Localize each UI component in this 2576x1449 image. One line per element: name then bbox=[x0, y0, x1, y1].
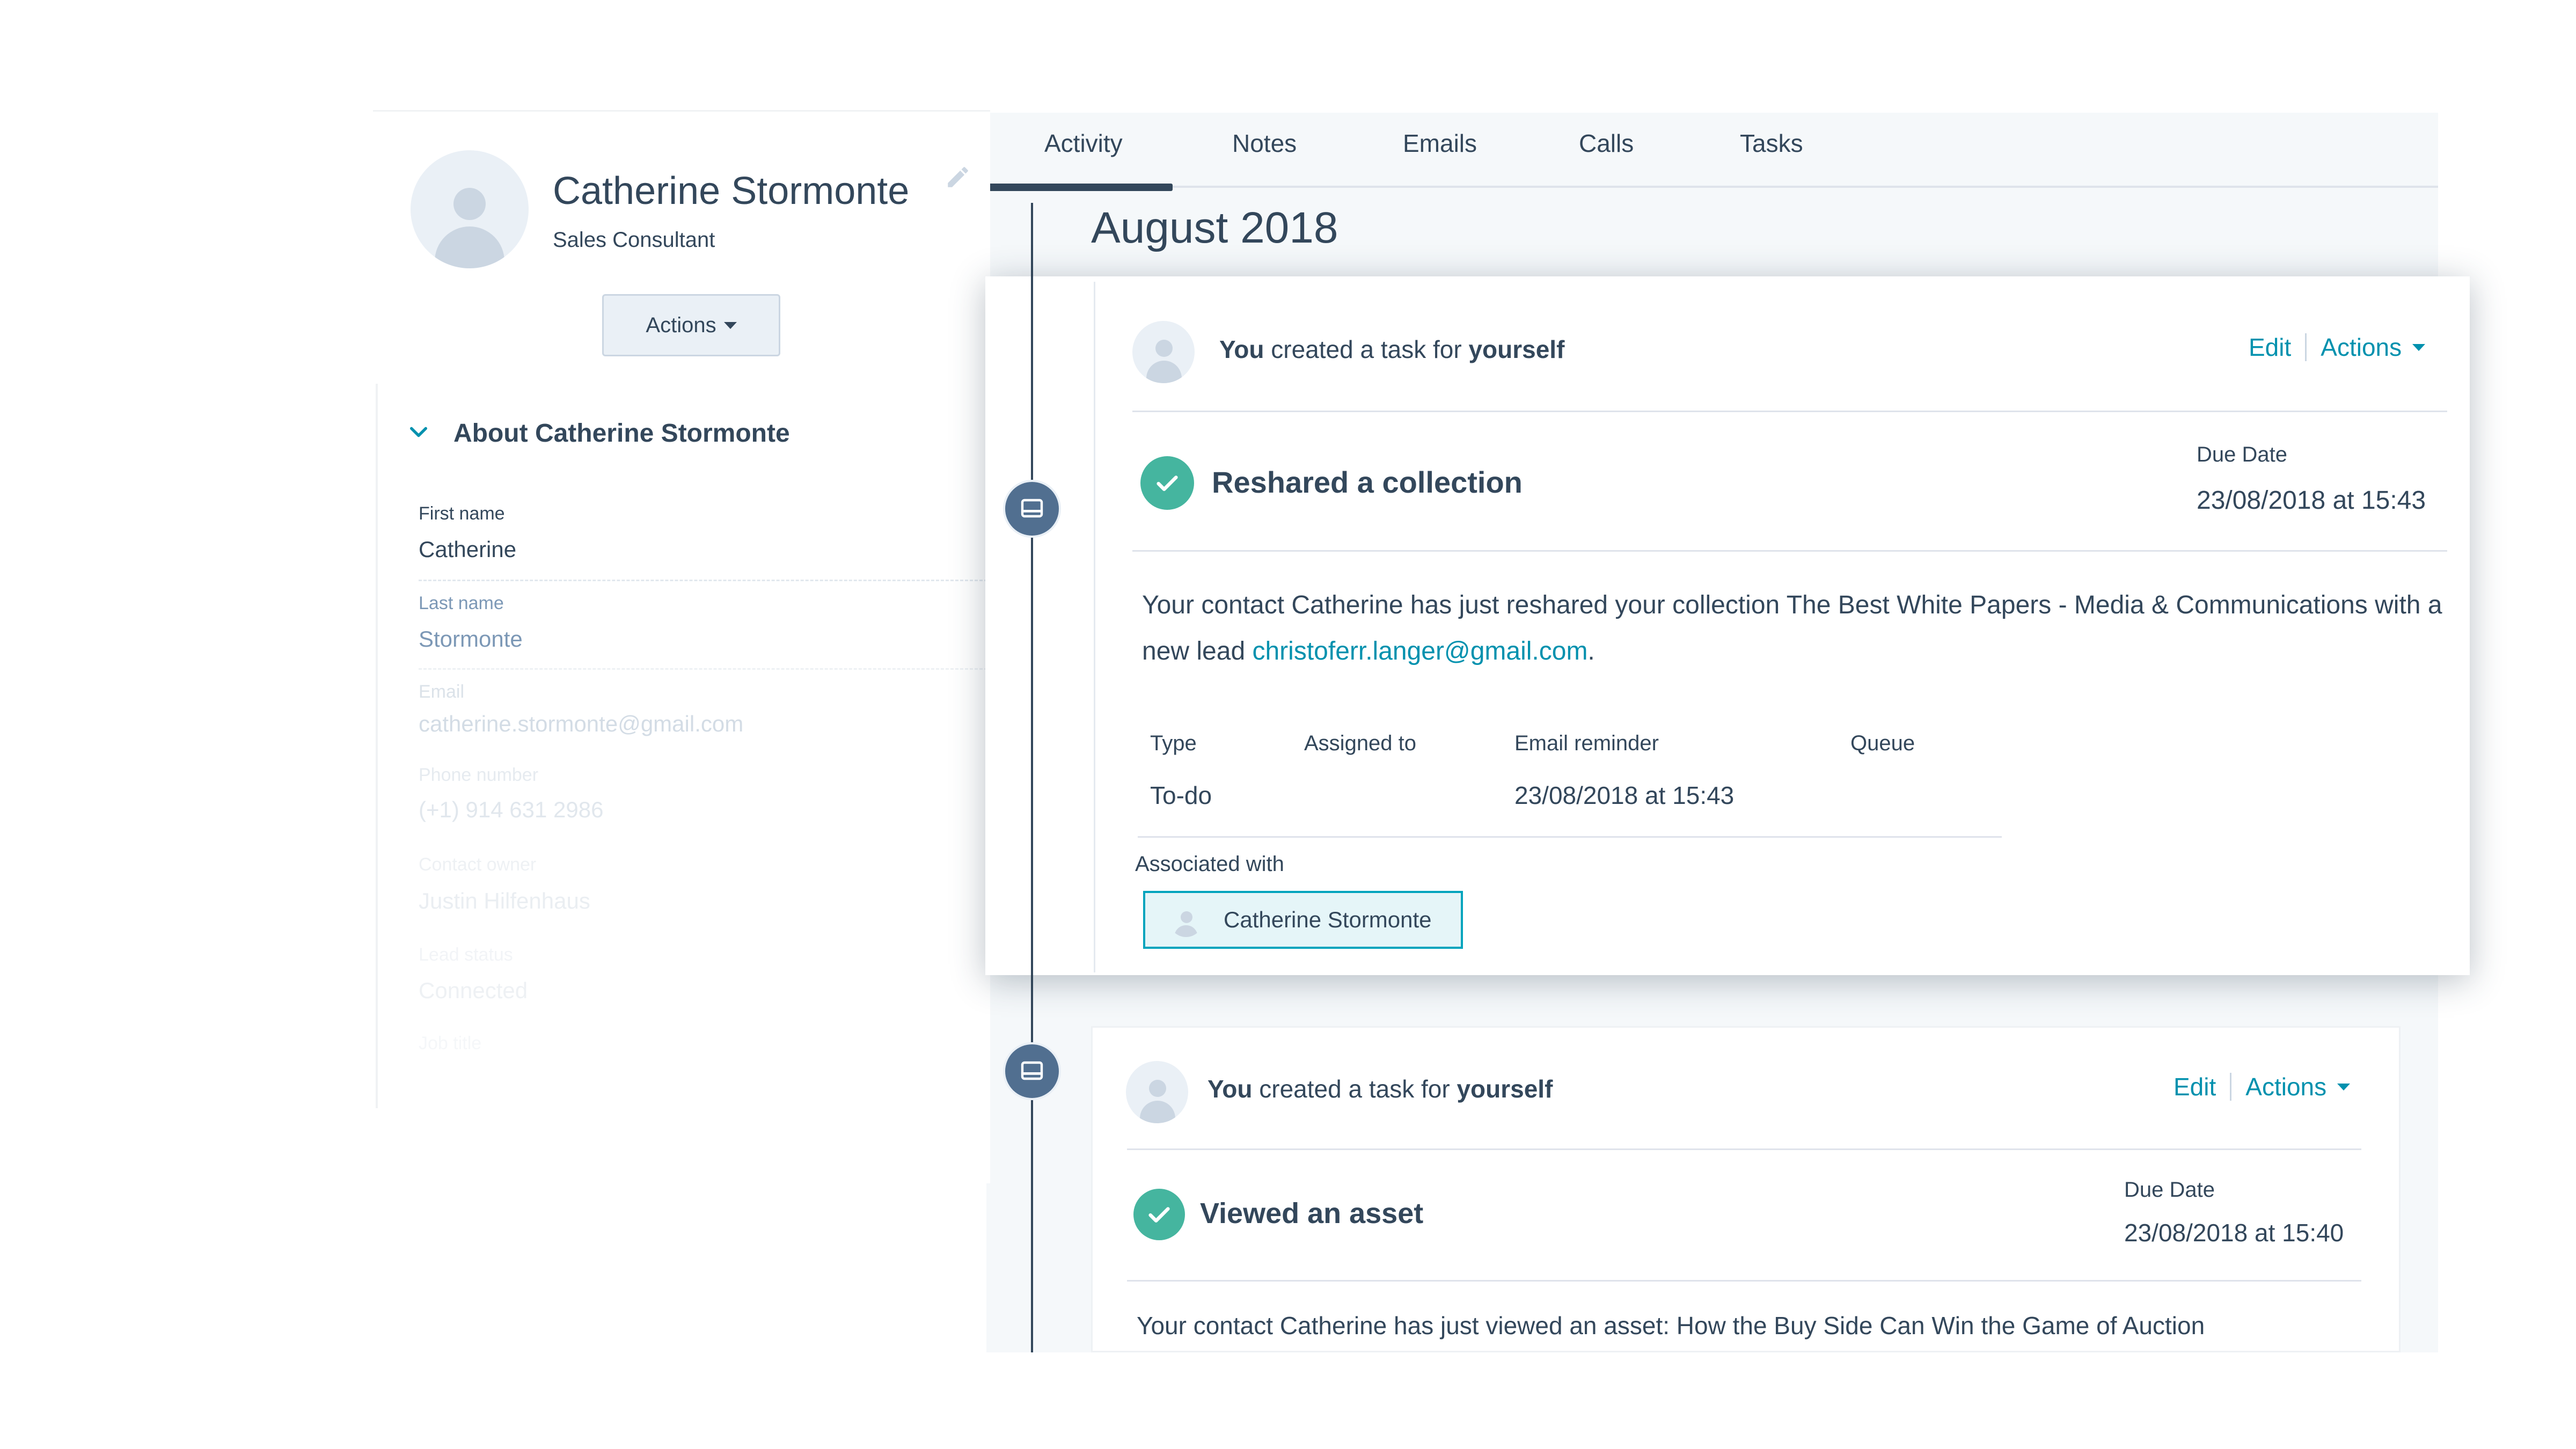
contact-job-title: Sales Consultant bbox=[553, 228, 715, 252]
active-tab-indicator bbox=[986, 184, 1173, 191]
associated-contact-name: Catherine Stormonte bbox=[1224, 907, 1432, 932]
lead-email-link[interactable]: christoferr.langer@gmail.com bbox=[1252, 637, 1587, 665]
task-icon bbox=[1021, 1061, 1043, 1080]
card-divider bbox=[1132, 550, 2447, 552]
prop-last-name-label: Last name bbox=[419, 593, 504, 613]
task-description: Your contact Catherine has just reshared… bbox=[1142, 582, 2457, 675]
card-actions-link[interactable]: Actions bbox=[2245, 1072, 2326, 1101]
divider bbox=[2230, 1073, 2232, 1101]
card-divider bbox=[1132, 411, 2447, 412]
contact-name: Catherine Stormonte bbox=[553, 170, 910, 213]
prop-email-value[interactable]: catherine.stormonte@gmail.com bbox=[419, 711, 743, 737]
associated-with-label: Associated with bbox=[1135, 852, 1284, 876]
associated-contact-chip[interactable]: Catherine Stormonte bbox=[1143, 891, 1463, 949]
tab-bar bbox=[986, 113, 2438, 188]
due-date-value[interactable]: 23/08/2018 at 15:43 bbox=[2197, 486, 2426, 515]
prop-phone-label: Phone number bbox=[419, 765, 539, 785]
prop-divider bbox=[419, 580, 987, 581]
about-section-title[interactable]: About Catherine Stormonte bbox=[453, 419, 790, 448]
page-bottom-edge bbox=[986, 1352, 2438, 1449]
prop-owner-label: Contact owner bbox=[419, 854, 537, 875]
completed-check-icon[interactable] bbox=[1140, 456, 1194, 510]
edit-link[interactable]: Edit bbox=[2174, 1072, 2216, 1101]
timeline-line-segment bbox=[1031, 276, 1033, 975]
caret-down-icon[interactable] bbox=[2337, 1083, 2351, 1091]
avatar bbox=[411, 150, 529, 268]
task-icon bbox=[1021, 499, 1043, 518]
task-header-target: yourself bbox=[1468, 335, 1565, 363]
task-header: You created a task for yourself bbox=[1219, 335, 1564, 364]
avatar bbox=[1126, 1061, 1188, 1123]
task-description-end: . bbox=[1587, 637, 1595, 665]
tab-activity[interactable]: Activity bbox=[1044, 129, 1123, 158]
tab-emails[interactable]: Emails bbox=[1403, 129, 1477, 158]
email-reminder-value[interactable]: 23/08/2018 at 15:43 bbox=[1514, 781, 1734, 810]
completed-check-icon[interactable] bbox=[1133, 1189, 1185, 1240]
prop-owner-value[interactable]: Justin Hilfenhaus bbox=[419, 888, 590, 914]
due-date-value[interactable]: 23/08/2018 at 15:40 bbox=[2124, 1218, 2344, 1247]
contact-actions-label: Actions bbox=[646, 313, 716, 337]
meta-divider bbox=[1138, 836, 2002, 838]
tab-notes[interactable]: Notes bbox=[1232, 129, 1297, 158]
prop-lead-status-value[interactable]: Connected bbox=[419, 978, 528, 1004]
edit-link[interactable]: Edit bbox=[2249, 333, 2291, 362]
due-date-label: Due Date bbox=[2124, 1178, 2215, 1202]
task-timeline-dot bbox=[1003, 480, 1061, 538]
tab-calls[interactable]: Calls bbox=[1579, 129, 1634, 158]
chevron-down-icon[interactable] bbox=[408, 421, 429, 443]
prop-email-label: Email bbox=[419, 682, 465, 702]
avatar bbox=[1169, 903, 1203, 937]
prop-divider bbox=[419, 668, 987, 670]
card-controls: Edit Actions bbox=[2249, 333, 2426, 362]
queue-label: Queue bbox=[1850, 731, 1915, 755]
card-controls: Edit Actions bbox=[2174, 1072, 2351, 1101]
task-header-target: yourself bbox=[1457, 1075, 1553, 1103]
tab-tasks[interactable]: Tasks bbox=[1740, 129, 1803, 158]
pencil-icon[interactable] bbox=[945, 164, 971, 191]
task-header-action: created a task for bbox=[1271, 335, 1462, 363]
task-header: You created a task for yourself bbox=[1208, 1074, 1553, 1103]
prop-first-name-value[interactable]: Catherine bbox=[419, 537, 516, 562]
prop-phone-value[interactable]: (+1) 914 631 2986 bbox=[419, 797, 603, 823]
sidebar-divider bbox=[376, 384, 378, 1108]
card-divider bbox=[1127, 1280, 2361, 1282]
divider bbox=[2305, 333, 2307, 361]
prop-lead-status-label: Lead status bbox=[419, 945, 513, 965]
prop-last-name-value[interactable]: Stormonte bbox=[419, 626, 523, 652]
task-timeline-dot bbox=[1003, 1042, 1061, 1100]
sidebar-top-border bbox=[373, 110, 990, 112]
task-header-you: You bbox=[1208, 1075, 1253, 1103]
task-description: Your contact Catherine has just viewed a… bbox=[1137, 1312, 2205, 1340]
task-title[interactable]: Viewed an asset bbox=[1200, 1197, 1423, 1230]
type-value[interactable]: To-do bbox=[1150, 781, 1212, 810]
avatar bbox=[1132, 321, 1195, 383]
prop-first-name-label: First name bbox=[419, 503, 505, 524]
card-divider bbox=[1127, 1148, 2361, 1150]
assigned-to-label: Assigned to bbox=[1304, 731, 1417, 755]
caret-down-icon bbox=[723, 321, 737, 329]
caret-down-icon[interactable] bbox=[2412, 343, 2426, 351]
card-actions-link[interactable]: Actions bbox=[2321, 333, 2402, 362]
task-title[interactable]: Reshared a collection bbox=[1212, 465, 1523, 500]
prop-job-title-label: Job title bbox=[419, 1033, 482, 1053]
task-header-you: You bbox=[1219, 335, 1264, 363]
email-reminder-label: Email reminder bbox=[1514, 731, 1659, 755]
task-header-action: created a task for bbox=[1259, 1075, 1450, 1103]
due-date-label: Due Date bbox=[2197, 443, 2287, 466]
contact-actions-button[interactable]: Actions bbox=[602, 294, 780, 356]
timeline-month-heading: August 2018 bbox=[1091, 203, 1338, 252]
type-label: Type bbox=[1150, 731, 1197, 755]
